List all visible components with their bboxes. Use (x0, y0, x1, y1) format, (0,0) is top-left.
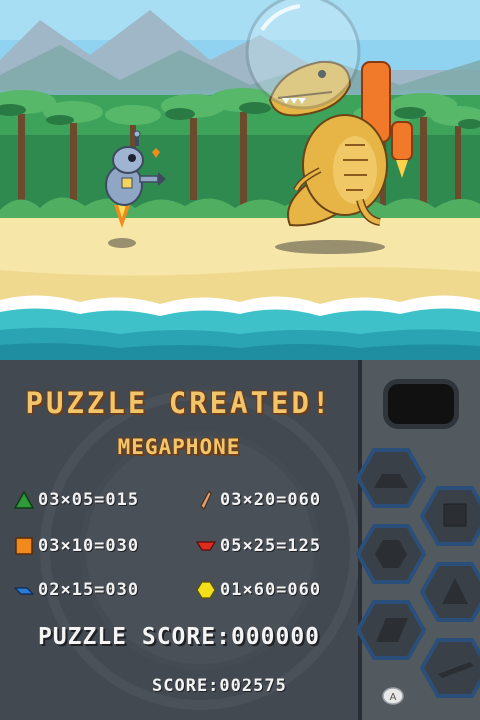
orange-square-icon (14, 536, 34, 556)
total-score: SCORE:002575 (152, 676, 287, 696)
square-slot-button[interactable] (420, 486, 480, 546)
a-button-icon[interactable]: A (382, 684, 404, 706)
dino-shadow (275, 240, 385, 254)
shape-button-panel (356, 360, 480, 720)
puzzle-name: MEGAPHONE (117, 435, 241, 459)
row-equation: 03×20=060 (220, 490, 322, 510)
results-panel: PUZZLE CREATED! MEGAPHONE 03×05=015 03×2… (0, 360, 360, 720)
display-slot (388, 384, 454, 424)
green-triangle-icon (14, 490, 34, 510)
red-trapezoid-icon (196, 536, 216, 556)
row-equation: 02×15=030 (38, 580, 140, 600)
score-row-parallelogram: 02×15=030 (14, 578, 139, 602)
game-screen: PUZZLE CREATED! MEGAPHONE 03×05=015 03×2… (0, 0, 480, 720)
puzzle-score: PUZZLE SCORE:000000 (37, 624, 321, 650)
puzzle-created-title: PUZZLE CREATED! (25, 386, 333, 420)
robot-shadow (108, 238, 136, 248)
space-helmet (245, 0, 361, 110)
score-row-square: 03×10=030 (14, 534, 139, 558)
square-slot-icon (443, 503, 467, 527)
score-row-hexagon: 01×60=060 (196, 578, 321, 602)
a-button-label: A (390, 692, 397, 703)
tan-shard-icon (196, 490, 216, 510)
score-row-trapezoid: 05×25=125 (196, 534, 321, 558)
hexagon-slot-button[interactable] (356, 524, 426, 584)
beach-scene (0, 0, 480, 360)
score-row-shard: 03×20=060 (196, 488, 321, 512)
row-equation: 01×60=060 (220, 580, 322, 600)
top-screen-scene (0, 0, 480, 360)
row-equation: 03×10=030 (38, 536, 140, 556)
trapezoid-slot-button[interactable] (356, 448, 426, 508)
triangle-slot-button[interactable] (420, 562, 480, 622)
score-row-triangle: 03×05=015 (14, 488, 139, 512)
bottom-screen: PUZZLE CREATED! MEGAPHONE 03×05=015 03×2… (0, 360, 480, 720)
row-equation: 05×25=125 (220, 536, 322, 556)
yellow-hexagon-icon (196, 580, 216, 600)
shard-slot-button[interactable] (420, 638, 480, 698)
row-equation: 03×05=015 (38, 490, 140, 510)
parallelogram-slot-button[interactable] (356, 600, 426, 660)
blue-parallelogram-icon (14, 580, 34, 600)
